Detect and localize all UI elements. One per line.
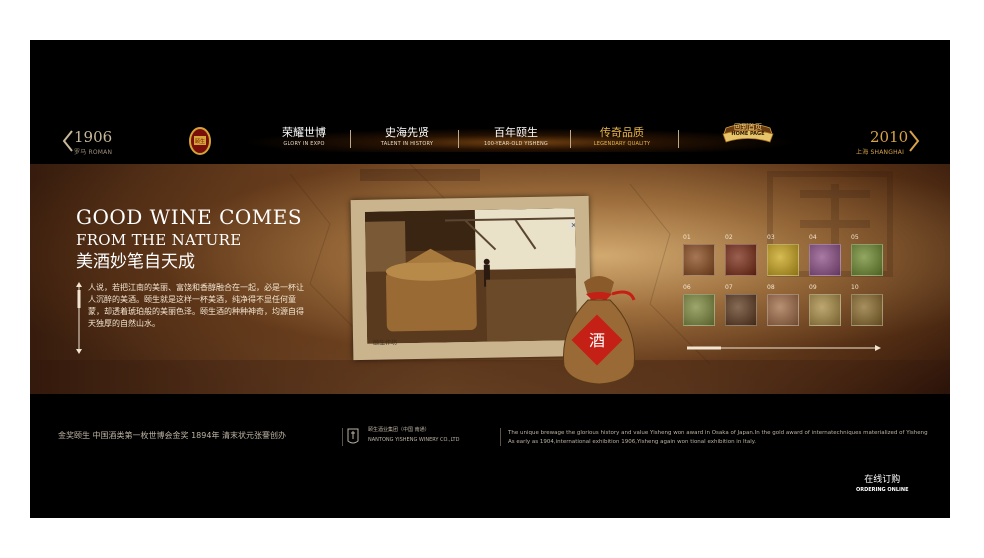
thumbnail-gallery: 01 02 03 04 05 06 07 08 09 10 — [683, 234, 893, 336]
thumbnail-image — [767, 294, 799, 326]
nav-item-sublabel: LEGENDARY QUALITY — [593, 141, 651, 147]
next-city: 上海 SHANGHAI — [856, 149, 905, 156]
thumbnail-number: 03 — [767, 234, 775, 241]
footer-tagline: 金奖颐生 中国酒类第一枚世博会金奖 1894年 清末状元张謇创办 — [58, 431, 286, 440]
company-name-cn: 颐生酒业集团（中国 南通） — [368, 427, 430, 433]
brand-logo-text: 颐生 — [195, 138, 205, 145]
gallery-thumbnail[interactable]: 03 — [767, 234, 799, 276]
thumbnail-image — [809, 294, 841, 326]
nav-item-sublabel: 100-YEAR-OLD YISHENG — [484, 141, 548, 147]
prev-city: 罗马 ROMAN — [74, 149, 113, 156]
gallery-thumbnail[interactable]: 02 — [725, 234, 757, 276]
hero-banner: GOOD WINE COMES FROM THE NATURE 美酒妙笔自天成 … — [30, 164, 950, 394]
thumbnail-image — [725, 244, 757, 276]
gallery-thumbnail[interactable]: 07 — [725, 284, 757, 326]
order-label: 在线订购 — [864, 475, 901, 485]
winery-workshop-image — [364, 208, 578, 344]
home-page-button[interactable]: 回到首页 HOME PAGE — [720, 122, 776, 148]
thumbnail-image — [683, 294, 715, 326]
prev-year[interactable]: 1906 — [74, 130, 112, 145]
footer-divider — [342, 428, 343, 446]
nav-item-talent-in-history[interactable]: 史海先贤 TALENT IN HISTORY — [372, 126, 442, 148]
photo-caption: 颐生作坊 — [373, 339, 398, 347]
wine-sack-illustration: 酒 — [563, 276, 636, 385]
brand-logo[interactable]: 颐生 — [185, 126, 215, 156]
headline-line-2: FROM THE NATURE — [76, 231, 242, 249]
nav-divider — [458, 130, 459, 148]
gallery-thumbnail[interactable]: 09 — [809, 284, 841, 326]
nav-divider — [678, 130, 679, 148]
thumbnail-number: 02 — [725, 234, 733, 241]
next-year[interactable]: 2010 — [870, 130, 908, 145]
home-sublabel: HOME PAGE — [731, 131, 765, 137]
thumbnail-number: 08 — [767, 284, 775, 291]
thumbnail-number: 04 — [809, 234, 817, 241]
order-sublabel: ORDERING ONLINE — [856, 487, 909, 493]
nav-item-glory-in-expo[interactable]: 荣耀世博 GLORY IN EXPO — [274, 126, 334, 148]
featured-photo[interactable]: × — [364, 208, 578, 344]
thumbnail-number: 10 — [851, 284, 859, 291]
nav-item-sublabel: GLORY IN EXPO — [283, 141, 325, 147]
thumbnail-number: 07 — [725, 284, 733, 291]
footer-divider — [500, 428, 501, 446]
top-navigation: 1906 罗马 ROMAN 颐生 荣耀世博 GLORY IN EXPO 史海先贤… — [30, 123, 950, 164]
gallery-thumbnail[interactable]: 10 — [851, 284, 883, 326]
nav-item-label: 传奇品质 — [600, 126, 644, 139]
headline-chinese: 美酒妙笔自天成 — [76, 252, 195, 272]
order-online-button[interactable]: 在线订购 ORDERING ONLINE — [856, 475, 909, 494]
gallery-thumbnail[interactable]: 01 — [683, 234, 715, 276]
nav-item-label: 荣耀世博 — [282, 126, 326, 139]
nav-divider — [570, 130, 571, 148]
nav-divider — [350, 130, 351, 148]
nav-item-100-year-yisheng[interactable]: 百年颐生 100-YEAR-OLD YISHENG — [476, 126, 556, 148]
nav-item-legendary-quality[interactable]: 传奇品质 LEGENDARY QUALITY — [584, 126, 660, 148]
gallery-thumbnail[interactable]: 06 — [683, 284, 715, 326]
thumbnail-image — [851, 244, 883, 276]
company-name-en: NANTONG YISHENG WINERY CO.,LTD — [368, 437, 460, 443]
gallery-scrollbar[interactable] — [687, 344, 881, 352]
thumbnail-number: 01 — [683, 234, 691, 241]
thumbnail-number: 06 — [683, 284, 691, 291]
next-arrow-icon[interactable] — [906, 128, 922, 154]
sack-label: 酒 — [589, 331, 605, 350]
thumbnail-image — [767, 244, 799, 276]
thumbnail-image — [809, 244, 841, 276]
gallery-thumbnail[interactable]: 04 — [809, 234, 841, 276]
headline-line-1: GOOD WINE COMES — [76, 205, 303, 229]
thumbnail-image — [851, 294, 883, 326]
company-logo-icon — [347, 428, 359, 444]
nav-item-sublabel: TALENT IN HISTORY — [380, 141, 434, 147]
gallery-thumbnail[interactable]: 08 — [767, 284, 799, 326]
intro-paragraph: 人说，若把江南的美丽、富饶和香醇融合在一起，必是一杯让人沉醉的美酒。颐生就是这样… — [88, 283, 304, 328]
site-stage: 1906 罗马 ROMAN 颐生 荣耀世博 GLORY IN EXPO 史海先贤… — [30, 40, 950, 518]
thumbnail-image — [683, 244, 715, 276]
gallery-thumbnail[interactable]: 05 — [851, 234, 883, 276]
thumbnail-image — [725, 294, 757, 326]
thumbnail-number: 09 — [809, 284, 817, 291]
text-scrollbar[interactable] — [76, 282, 82, 354]
nav-item-label: 史海先贤 — [385, 126, 429, 139]
brand-seal-icon: 颐生 — [189, 127, 211, 155]
footer-description: The unique brewage the glorious history … — [508, 430, 928, 445]
close-photo-icon[interactable]: × — [569, 221, 578, 231]
nav-item-label: 百年颐生 — [494, 126, 538, 139]
thumbnail-number: 05 — [851, 234, 859, 241]
